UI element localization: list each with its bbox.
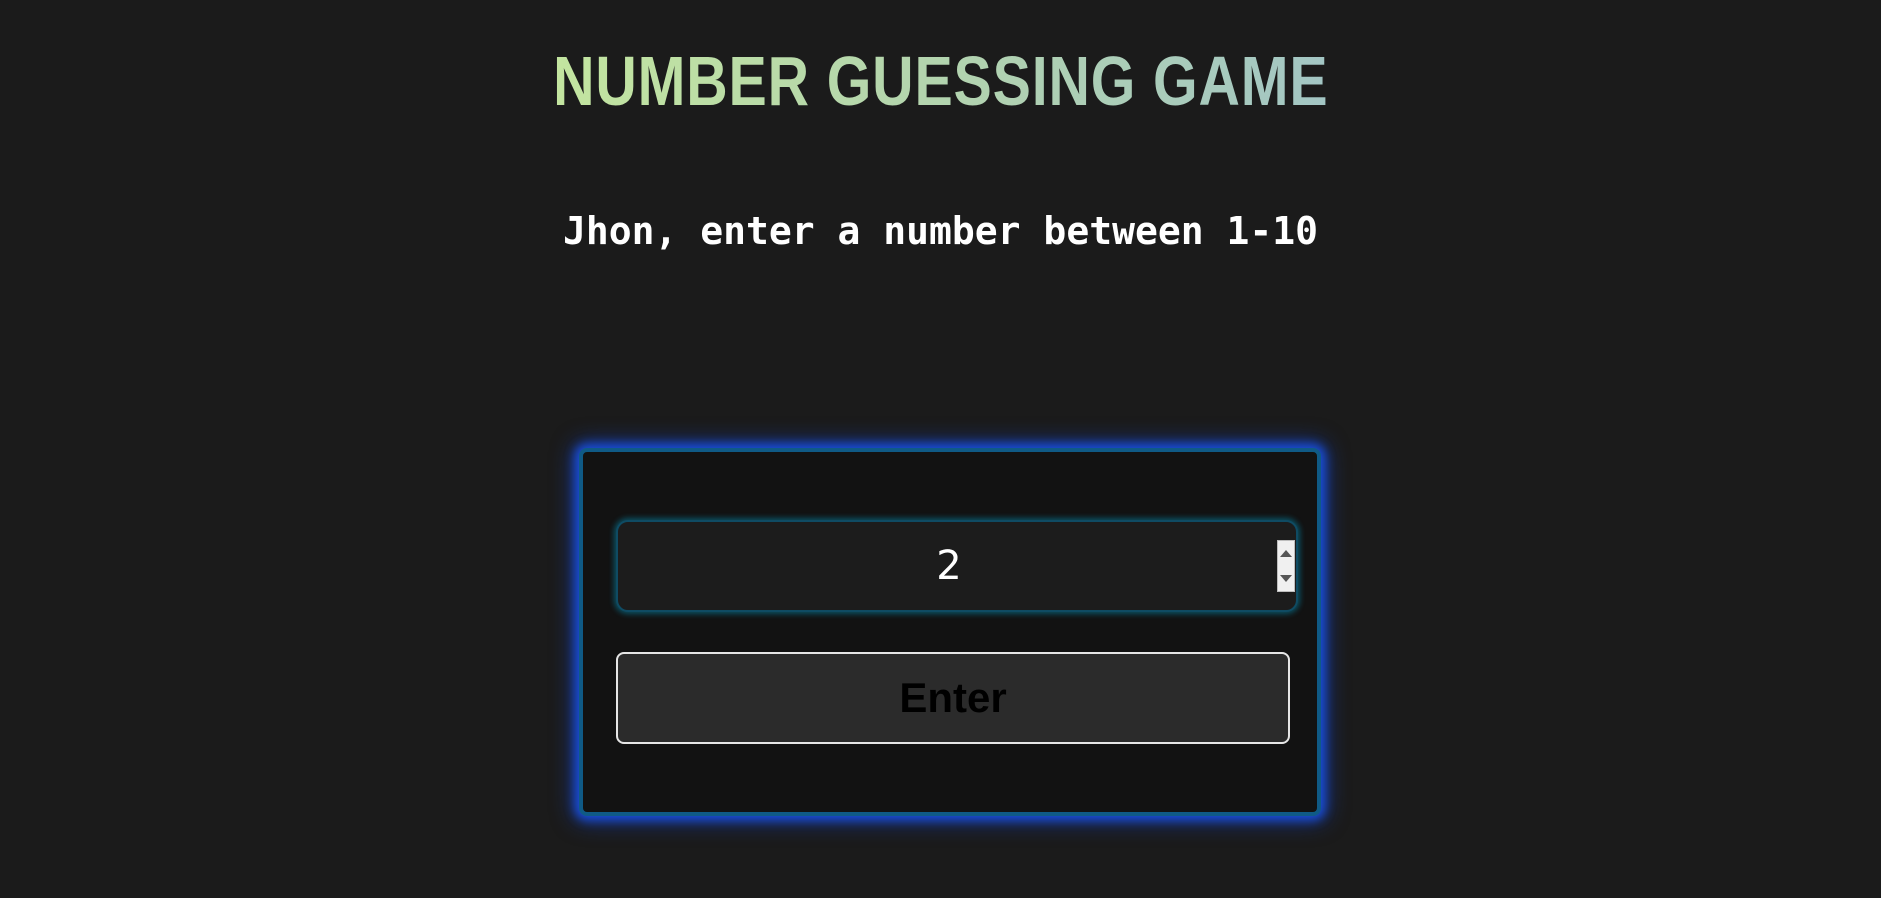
chevron-up-icon bbox=[1280, 550, 1292, 557]
guess-number-value[interactable]: 2 bbox=[618, 522, 1280, 610]
game-title-text: NUMBER GUESSING GAME bbox=[553, 38, 1328, 124]
chevron-down-icon bbox=[1280, 575, 1292, 582]
game-title: NUMBER GUESSING GAME bbox=[0, 38, 1881, 124]
guess-panel: 2 Enter bbox=[579, 448, 1321, 816]
guess-number-input[interactable]: 2 bbox=[616, 520, 1298, 612]
stepper-down-button[interactable] bbox=[1278, 566, 1294, 591]
guess-prompt: Jhon, enter a number between 1-10 bbox=[563, 209, 1318, 253]
stepper-up-button[interactable] bbox=[1278, 541, 1294, 566]
number-stepper[interactable] bbox=[1277, 540, 1295, 592]
enter-button[interactable]: Enter bbox=[616, 652, 1290, 744]
